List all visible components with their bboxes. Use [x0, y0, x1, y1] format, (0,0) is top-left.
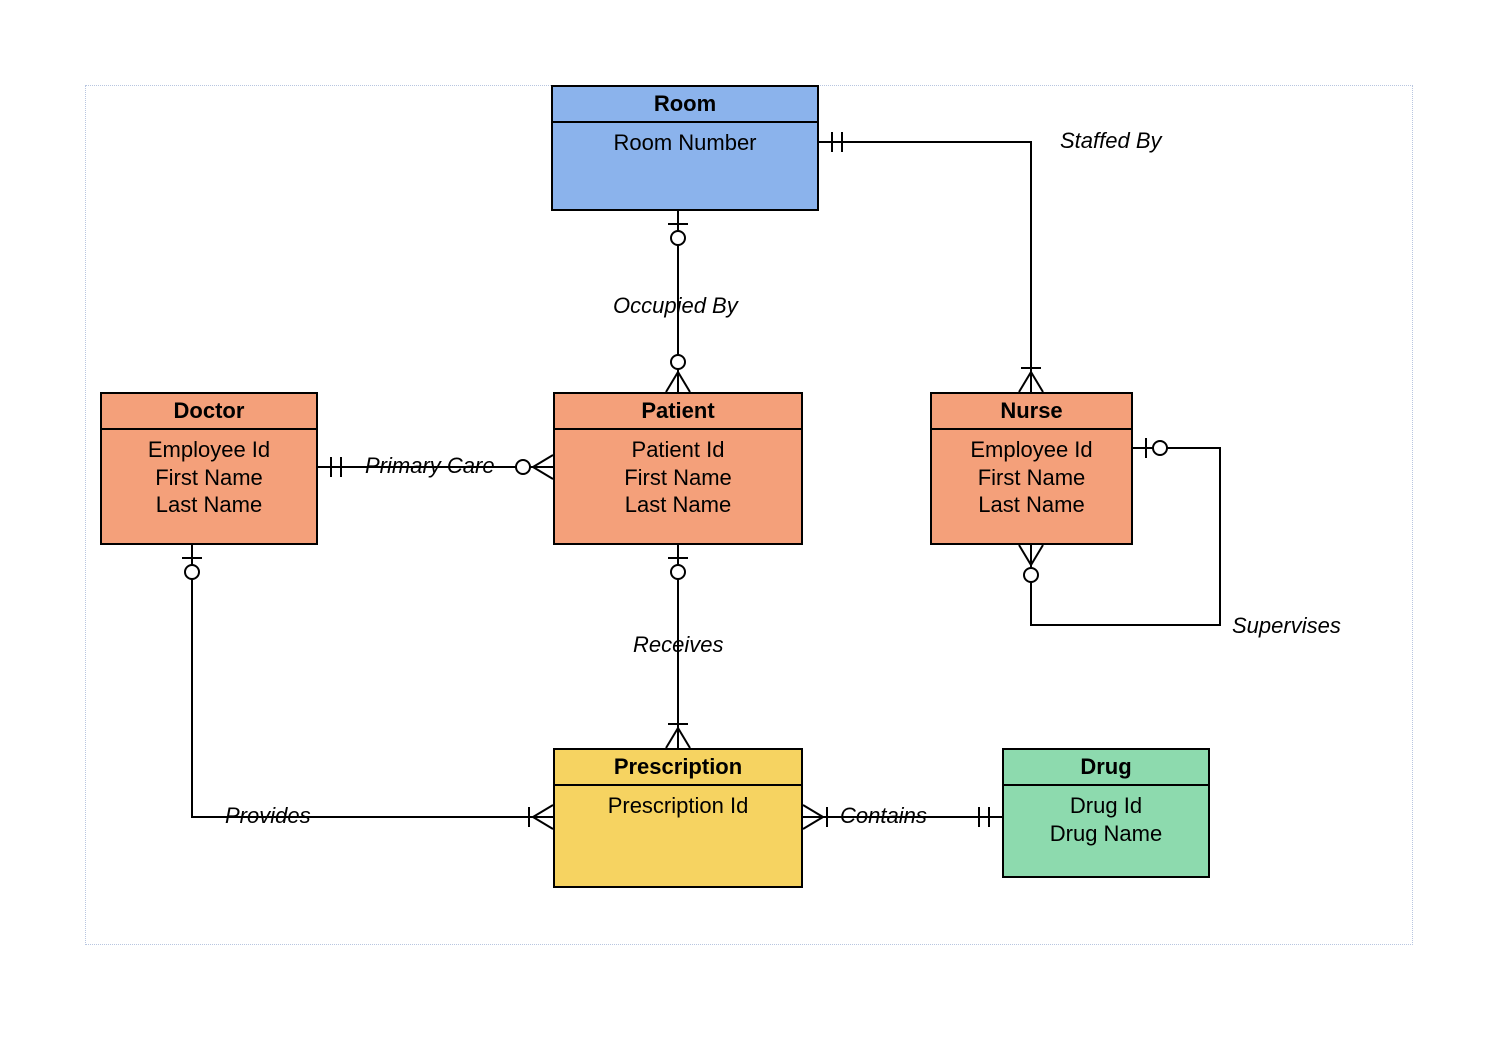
- rel-contains: Contains: [840, 803, 927, 829]
- entity-patient[interactable]: Patient Patient Id First Name Last Name: [553, 392, 803, 545]
- entity-room[interactable]: Room Room Number: [551, 85, 819, 211]
- entity-drug[interactable]: Drug Drug Id Drug Name: [1002, 748, 1210, 878]
- entity-prescription-title: Prescription: [555, 750, 801, 786]
- entity-room-title: Room: [553, 87, 817, 123]
- entity-prescription[interactable]: Prescription Prescription Id: [553, 748, 803, 888]
- rel-supervises: Supervises: [1232, 613, 1341, 639]
- entity-patient-attrs: Patient Id First Name Last Name: [555, 430, 801, 519]
- entity-prescription-attrs: Prescription Id: [555, 786, 801, 820]
- entity-doctor-attrs: Employee Id First Name Last Name: [102, 430, 316, 519]
- rel-receives: Receives: [633, 632, 723, 658]
- entity-nurse[interactable]: Nurse Employee Id First Name Last Name: [930, 392, 1133, 545]
- rel-staffed-by: Staffed By: [1060, 128, 1162, 154]
- rel-provides: Provides: [225, 803, 311, 829]
- entity-doctor[interactable]: Doctor Employee Id First Name Last Name: [100, 392, 318, 545]
- entity-nurse-attrs: Employee Id First Name Last Name: [932, 430, 1131, 519]
- entity-nurse-title: Nurse: [932, 394, 1131, 430]
- entity-patient-title: Patient: [555, 394, 801, 430]
- entity-room-attrs: Room Number: [553, 123, 817, 157]
- entity-drug-title: Drug: [1004, 750, 1208, 786]
- entity-doctor-title: Doctor: [102, 394, 316, 430]
- rel-occupied-by: Occupied By: [613, 293, 738, 319]
- rel-primary-care: Primary Care: [365, 453, 495, 479]
- entity-drug-attrs: Drug Id Drug Name: [1004, 786, 1208, 847]
